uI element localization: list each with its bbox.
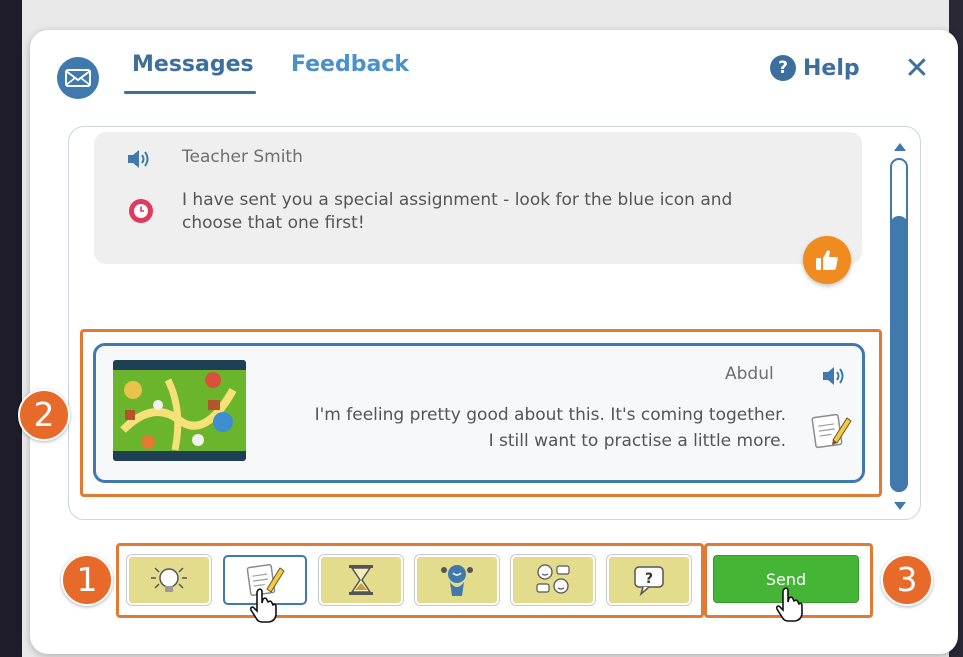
teacher-message-text: I have sent you a special assignment - l… xyxy=(182,190,733,233)
tab-feedback[interactable]: Feedback xyxy=(291,52,409,77)
highlight-message xyxy=(80,329,882,497)
help-button[interactable]: ? Help xyxy=(770,55,860,81)
teacher-name: Teacher Smith xyxy=(182,147,303,167)
active-tab-indicator xyxy=(124,91,256,94)
step-badge-3: 3 xyxy=(881,554,933,606)
scrollbar-thumb[interactable] xyxy=(890,216,908,492)
thumbs-up-icon[interactable] xyxy=(803,236,851,284)
step-badge-2: 2 xyxy=(18,389,70,441)
envelope-logo-icon xyxy=(57,57,99,99)
scroll-down-icon[interactable] xyxy=(893,496,907,515)
help-label: Help xyxy=(803,55,860,81)
close-icon[interactable]: ✕ xyxy=(902,52,932,86)
highlight-toolbar xyxy=(116,543,704,618)
step-badge-1: 1 xyxy=(61,554,113,606)
help-circle-icon: ? xyxy=(770,55,796,81)
speaker-icon[interactable] xyxy=(126,148,154,174)
scroll-up-icon[interactable] xyxy=(893,137,907,156)
clock-icon xyxy=(129,199,153,223)
hand-cursor-icon xyxy=(249,588,279,628)
tab-messages[interactable]: Messages xyxy=(132,52,254,77)
hand-cursor-icon xyxy=(775,587,805,627)
background-edge-left xyxy=(0,0,22,657)
